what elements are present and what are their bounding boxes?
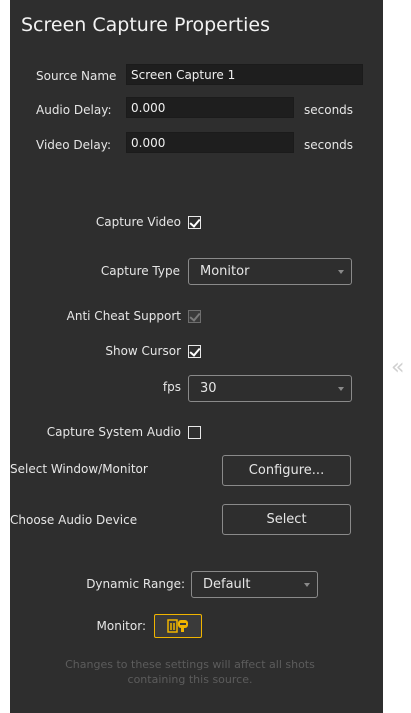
capture-video-label: Capture Video <box>95 215 181 229</box>
dynamic-range-dropdown[interactable]: Default <box>191 571 318 598</box>
capture-video-checkbox[interactable] <box>188 216 201 229</box>
fps-value: 30 <box>200 381 217 396</box>
show-cursor-checkbox[interactable] <box>188 345 201 358</box>
audio-delay-field[interactable]: 0.000 <box>126 97 294 118</box>
source-name-label: Source Name <box>36 69 117 83</box>
dynamic-range-label: Dynamic Range: <box>86 577 185 591</box>
headphones-speaker-icon <box>167 619 188 633</box>
select-audio-device-button[interactable]: Select <box>222 504 351 535</box>
video-delay-unit: seconds <box>304 138 354 152</box>
collapse-panel-icon[interactable]: « <box>391 356 411 380</box>
capture-system-audio-label: Capture System Audio <box>46 425 181 439</box>
anti-cheat-label: Anti Cheat Support <box>66 309 181 323</box>
chevron-down-icon <box>338 270 344 274</box>
capture-type-value: Monitor <box>200 264 250 279</box>
audio-delay-label: Audio Delay: <box>36 103 112 117</box>
anti-cheat-checkbox <box>188 310 201 323</box>
capture-type-label: Capture Type <box>100 264 180 278</box>
video-delay-field[interactable]: 0.000 <box>126 132 294 153</box>
audio-delay-unit: seconds <box>304 103 354 117</box>
capture-type-dropdown[interactable]: Monitor <box>188 258 352 285</box>
choose-audio-device-label: Choose Audio Device <box>10 513 138 527</box>
dynamic-range-value: Default <box>203 577 251 592</box>
configure-button[interactable]: Configure... <box>222 455 351 486</box>
capture-system-audio-checkbox[interactable] <box>188 426 201 439</box>
video-delay-label: Video Delay: <box>36 138 112 152</box>
source-name-field[interactable]: Screen Capture 1 <box>126 64 363 85</box>
fps-label: fps <box>162 380 181 394</box>
select-window-label: Select Window/Monitor <box>10 462 148 476</box>
fps-dropdown[interactable]: 30 <box>188 375 352 402</box>
chevron-down-icon <box>304 583 310 587</box>
panel-title: Screen Capture Properties <box>21 14 270 36</box>
show-cursor-label: Show Cursor <box>105 344 181 358</box>
monitor-label: Monitor: <box>96 619 146 633</box>
chevron-down-icon <box>338 387 344 391</box>
settings-note: Changes to these settings will affect al… <box>65 658 315 686</box>
monitor-toggle-button[interactable] <box>154 614 202 638</box>
